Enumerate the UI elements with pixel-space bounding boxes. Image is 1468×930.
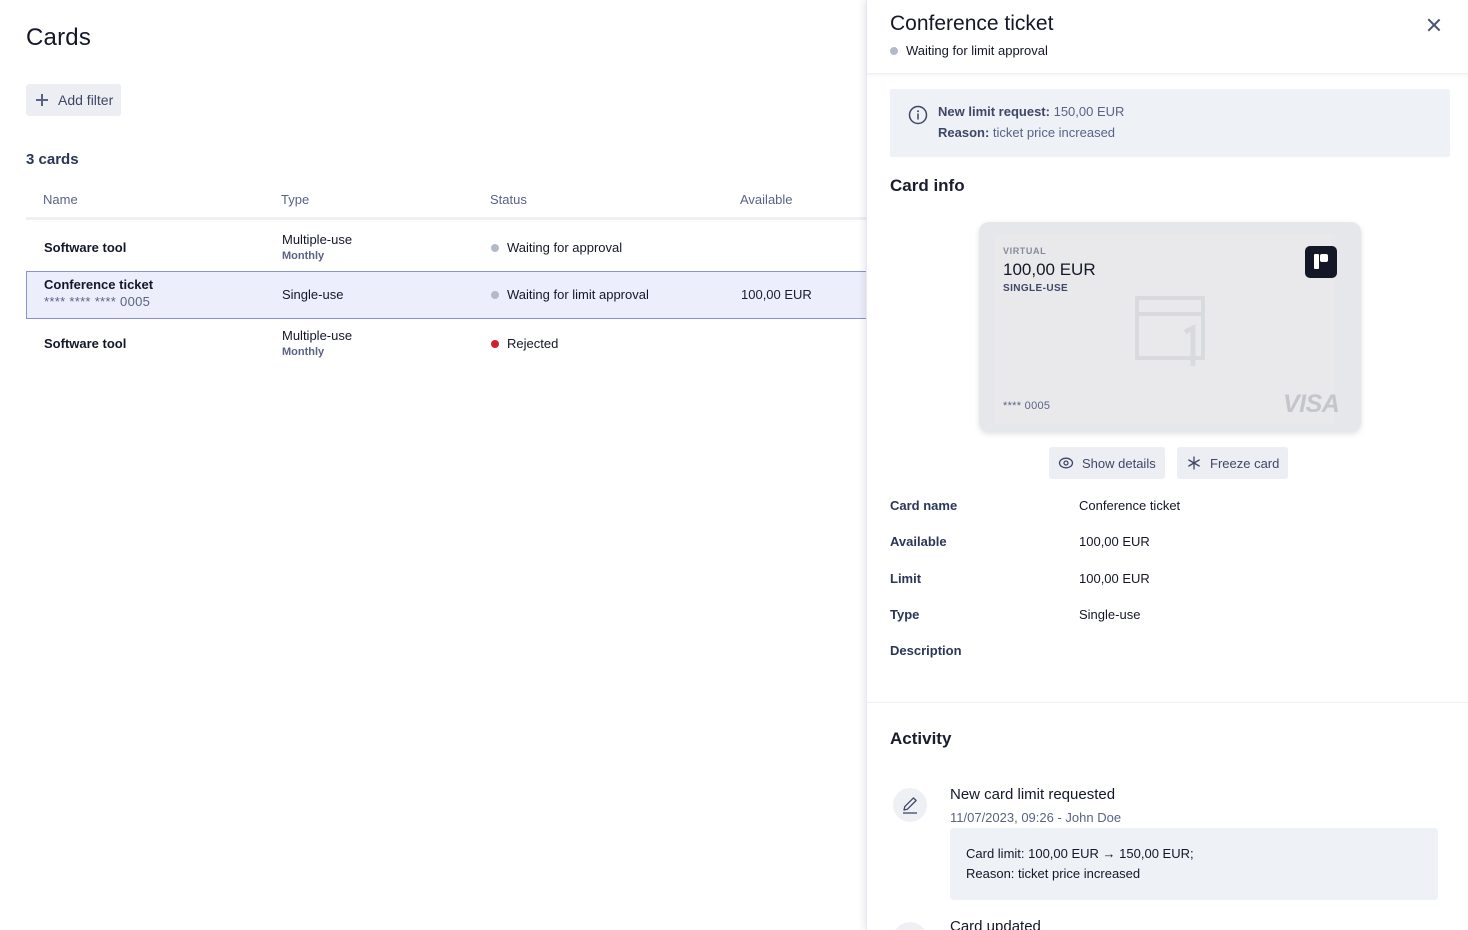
row-type-cell: Multiple-use Monthly	[282, 328, 352, 358]
cards-page: Cards Add filter 3 cards Name Type Statu…	[0, 0, 866, 930]
card-info-title: Card info	[890, 176, 965, 195]
cards-count: 3 cards	[26, 151, 79, 168]
detail-value-type: Single-use	[1079, 607, 1141, 622]
section-divider	[867, 702, 1468, 703]
detail-value-available: 100,00 EUR	[1079, 534, 1150, 549]
table-row[interactable]: Software tool Multiple-use Monthly Waiti…	[26, 223, 866, 271]
activity-title: Activity	[890, 729, 952, 748]
activity-detail-line: Card limit: 100,00 EUR → 150,00 EUR;	[966, 846, 1194, 861]
detail-value-limit: 100,00 EUR	[1079, 571, 1150, 586]
detail-label-type: Type	[890, 607, 920, 622]
activity-details: Card limit: 100,00 EUR → 150,00 EUR; Rea…	[950, 828, 1438, 900]
card-amount: 100,00 EUR	[1003, 260, 1096, 279]
row-name-cell: Software tool	[44, 240, 126, 255]
eye-icon	[1058, 457, 1074, 469]
row-status-cell: Waiting for limit approval	[491, 287, 649, 302]
freeze-card-label: Freeze card	[1210, 455, 1280, 471]
card-kind: VIRTUAL	[1003, 246, 1047, 256]
card-detail-panel: Conference ticket Waiting for limit appr…	[866, 0, 1468, 930]
limit-request-value: 150,00 EUR	[1053, 104, 1125, 119]
column-header-status[interactable]: Status	[490, 192, 527, 207]
row-card-number: **** **** **** 0005	[44, 294, 151, 309]
column-header-type[interactable]: Type	[281, 192, 309, 207]
row-type: Multiple-use	[282, 328, 353, 343]
cards-table: Name Type Status Available Software tool…	[26, 182, 866, 367]
panel-status: Waiting for limit approval	[890, 43, 1048, 58]
row-name: Software tool	[44, 240, 127, 255]
row-type-cell: Multiple-use Monthly	[282, 232, 352, 262]
row-status: Waiting for approval	[507, 240, 623, 255]
row-name: Conference ticket	[44, 277, 154, 292]
detail-label-card-name: Card name	[890, 498, 958, 513]
detail-value-card-name: Conference ticket	[1079, 498, 1181, 513]
detail-label-limit: Limit	[890, 571, 922, 586]
status-dot	[890, 46, 898, 55]
status-dot	[491, 243, 499, 252]
activity-detail-line: Reason: ticket price increased	[966, 866, 1141, 881]
row-type-cell: Single-use	[282, 287, 343, 302]
activity-title-text: Card updated	[950, 918, 1041, 930]
row-type: Multiple-use	[282, 232, 353, 247]
reason-label: Reason:	[938, 125, 990, 140]
column-header-name[interactable]: Name	[43, 192, 78, 207]
status-dot	[491, 290, 499, 299]
card-pan: **** 0005	[1003, 400, 1051, 412]
row-status: Waiting for limit approval	[507, 287, 649, 302]
activity-icon	[893, 788, 927, 822]
card-watermark-icon	[1135, 296, 1205, 366]
plus-icon	[34, 92, 50, 108]
card-use: SINGLE-USE	[1003, 283, 1069, 294]
row-available: 100,00 EUR	[741, 287, 812, 302]
panel-header: Conference ticket Waiting for limit appr…	[867, 0, 1468, 74]
reason-line: Reason: ticket price increased	[938, 125, 1115, 140]
detail-label-description: Description	[890, 643, 962, 658]
limit-request-label: New limit request:	[938, 104, 1050, 119]
row-status: Rejected	[507, 336, 559, 351]
snowflake-icon	[1188, 456, 1200, 470]
row-name-cell: Conference ticket **** **** **** 0005	[44, 277, 153, 309]
freeze-card-button[interactable]: Freeze card	[1177, 447, 1289, 479]
limit-request-notice: New limit request: 150,00 EUR Reason: ti…	[890, 89, 1450, 157]
activity-icon	[893, 922, 927, 930]
row-type-period: Monthly	[282, 250, 325, 262]
row-type: Single-use	[282, 287, 344, 302]
status-dot	[491, 339, 499, 348]
panel-title: Conference ticket	[890, 12, 1054, 35]
info-icon	[908, 105, 928, 125]
close-icon[interactable]	[1423, 14, 1445, 36]
activity-meta: 11/07/2023, 09:26 - John Doe	[950, 810, 1122, 825]
row-name: Software tool	[44, 336, 127, 351]
row-status-cell: Waiting for approval	[491, 240, 622, 255]
reason-value: ticket price increased	[992, 125, 1116, 140]
show-details-label: Show details	[1082, 455, 1156, 471]
row-name-cell: Software tool	[44, 336, 126, 351]
pencil-icon	[903, 797, 917, 814]
row-type-period: Monthly	[282, 346, 325, 358]
panel-status-text: Waiting for limit approval	[906, 43, 1048, 58]
show-details-button[interactable]: Show details	[1049, 447, 1165, 479]
table-row[interactable]: Software tool Multiple-use Monthly Rejec…	[26, 319, 866, 367]
card-visual: VIRTUAL 100,00 EUR SINGLE-USE **** 0005 …	[979, 222, 1361, 432]
row-status-cell: Rejected	[491, 336, 558, 351]
table-header: Name Type Status Available	[26, 182, 866, 220]
activity-title-text: New card limit requested	[950, 786, 1116, 803]
brand-logo-icon	[1305, 246, 1337, 278]
add-filter-button[interactable]: Add filter	[26, 84, 122, 116]
table-row-selected[interactable]: Conference ticket **** **** **** 0005 Si…	[26, 271, 866, 319]
add-filter-label: Add filter	[58, 92, 114, 108]
card-network: VISA	[1283, 390, 1340, 418]
detail-label-available: Available	[890, 534, 947, 549]
limit-request-line: New limit request: 150,00 EUR	[938, 104, 1124, 119]
page-title: Cards	[26, 24, 92, 51]
column-header-available[interactable]: Available	[740, 192, 793, 207]
